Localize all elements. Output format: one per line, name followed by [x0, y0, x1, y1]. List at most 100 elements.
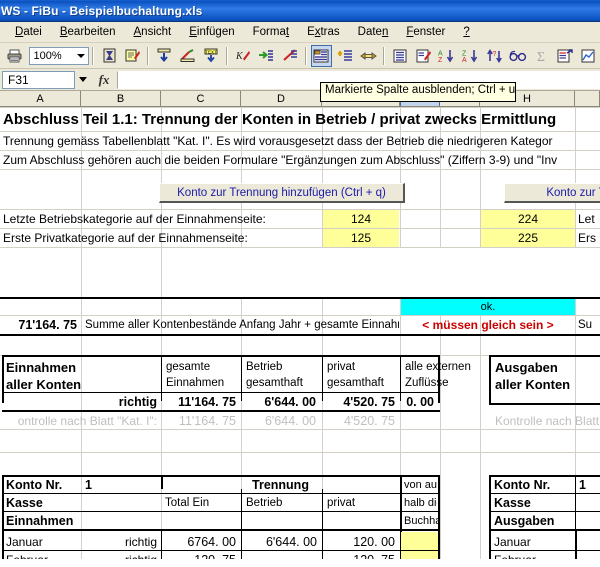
chart-icon[interactable]	[577, 45, 599, 67]
account-right-konto-label: Konto Nr.	[494, 478, 551, 492]
menu-format[interactable]: Format	[244, 24, 298, 40]
check-right-label[interactable]: Su	[576, 316, 600, 334]
chevron-down-icon[interactable]	[77, 53, 86, 58]
param-value-right-0[interactable]: 224	[481, 210, 575, 228]
month-row-label-0[interactable]: Januar	[4, 533, 80, 550]
toolbar-separator	[383, 46, 386, 65]
account-right-side-label: Ausgaben	[494, 514, 555, 528]
hourglass-icon[interactable]	[98, 45, 120, 67]
month-row-status-0[interactable]: richtig	[83, 533, 159, 550]
month-row-betrieb-0[interactable]: 6'644. 00	[243, 533, 319, 550]
month-row-total-1[interactable]: 120. 75	[163, 551, 238, 560]
column-header-d[interactable]: D	[241, 91, 322, 106]
param-label-0[interactable]: Letzte Betriebskategorie auf der Einnahm…	[1, 210, 321, 228]
menu-extras[interactable]: Extras	[298, 24, 349, 40]
param-blank-0[interactable]	[401, 210, 439, 228]
summary-row-label[interactable]: richtig	[4, 394, 159, 410]
excel-window: WS - FiBu - Beispielbuchaltung.xls Datei…	[0, 0, 600, 567]
summary-control-label-right[interactable]: Kontrolle nach Blatt	[493, 413, 600, 429]
sort-custom-icon[interactable]: ?	[483, 45, 505, 67]
name-box-chevron-down-icon[interactable]	[75, 70, 91, 89]
strike-pen-icon[interactable]	[279, 45, 301, 67]
text-down-icon[interactable]: TEXT	[200, 45, 222, 67]
sort-az-icon[interactable]: A Z	[436, 45, 458, 67]
function-icon[interactable]: fx	[91, 72, 117, 88]
month-row-privat-1[interactable]: 120. 75	[324, 551, 397, 560]
param-value-right-1[interactable]: 225	[481, 229, 575, 247]
add-column-icon[interactable]	[334, 45, 356, 67]
check-ok-badge: ok.	[401, 299, 575, 315]
indent-right-icon[interactable]	[255, 45, 277, 67]
param-value-left-1[interactable]: 125	[323, 229, 399, 247]
add-account-right-button[interactable]: Konto zur Tr	[504, 183, 600, 203]
param-label-right-0[interactable]: Let	[576, 210, 600, 228]
summary-row-value-2[interactable]: 4'520. 75	[324, 394, 397, 410]
toolbar: 100% TEXT K A Z Z A ? Σ	[0, 43, 600, 69]
summary-row-value-1[interactable]: 6'644. 00	[243, 394, 318, 410]
menu-daten[interactable]: Daten	[349, 24, 398, 40]
summary-row-value-0[interactable]: 11'164. 75	[163, 394, 238, 410]
month-row-right-label-1[interactable]: Februar	[492, 551, 572, 560]
month-row-total-0[interactable]: 6764. 00	[163, 533, 238, 550]
glasses-icon[interactable]	[507, 45, 529, 67]
summary-control-value-1[interactable]: 6'644. 00	[243, 413, 318, 429]
menu-datei[interactable]: Datei	[6, 24, 51, 40]
clear-icon[interactable]	[177, 45, 199, 67]
month-row-extern-1[interactable]	[401, 551, 438, 559]
month-row-betrieb-1[interactable]	[243, 551, 319, 559]
column-header-i[interactable]	[575, 91, 600, 106]
insert-down-icon[interactable]	[153, 45, 175, 67]
month-row-status-1[interactable]: richtig	[83, 551, 159, 560]
month-row-extern-0[interactable]	[401, 532, 438, 550]
menu-fenster[interactable]: Fenster	[397, 24, 454, 40]
menu-help[interactable]: ?	[454, 24, 478, 40]
month-row-privat-0[interactable]: 120. 00	[324, 533, 397, 550]
edit-sheet-icon[interactable]	[413, 45, 435, 67]
account-konto-label: Konto Nr.	[6, 478, 63, 492]
column-header-c[interactable]: C	[161, 91, 241, 106]
account-subheader-0: Total Ein	[165, 497, 210, 509]
name-box[interactable]: F31	[2, 70, 75, 89]
pen-check-icon[interactable]: K	[232, 45, 254, 67]
month-row-right-label-0[interactable]: Januar	[492, 533, 572, 550]
summary-control-value-0[interactable]: 11'164. 75	[163, 413, 238, 429]
print-icon[interactable]	[4, 45, 26, 67]
svg-text:?: ?	[492, 51, 496, 58]
summary-control-value-2[interactable]: 4'520. 75	[324, 413, 397, 429]
hide-column-icon[interactable]	[310, 44, 333, 67]
sort-za-icon[interactable]: Z A	[460, 45, 482, 67]
spreadsheet-grid[interactable]: Abschluss Teil 1.1: Trennung der Konten …	[0, 107, 600, 559]
svg-text:K: K	[235, 51, 244, 62]
menu-einfuegen[interactable]: Einfügen	[180, 24, 243, 40]
menu-bearbeiten[interactable]: Bearbeiten	[51, 24, 125, 40]
resize-width-icon[interactable]	[358, 45, 380, 67]
account-extern-line3: Buchhaltung	[404, 515, 439, 527]
zoom-combobox[interactable]: 100%	[28, 46, 90, 65]
list-icon[interactable]	[389, 45, 411, 67]
sheet-intro-line-2[interactable]: Zum Abschluss gehören auch die beiden Fo…	[1, 151, 599, 169]
month-row-label-1[interactable]: Februar	[4, 551, 80, 560]
menu-ansicht[interactable]: Ansicht	[125, 24, 181, 40]
check-sum-value[interactable]: 71'164. 75	[1, 316, 79, 334]
account-right-name-label: Kasse	[494, 496, 531, 510]
check-warning-label[interactable]: < müssen gleich sein >	[401, 316, 575, 334]
param-blank-1[interactable]	[401, 229, 439, 247]
summary-row-value-3[interactable]: 0. 00	[402, 394, 436, 410]
autosum-icon[interactable]: Σ	[530, 45, 552, 67]
sheet-heading[interactable]: Abschluss Teil 1.1: Trennung der Konten …	[1, 108, 599, 130]
column-header-b[interactable]: B	[81, 91, 161, 106]
export-icon[interactable]	[554, 45, 576, 67]
column-header-a[interactable]: A	[0, 91, 81, 106]
account-konto-value[interactable]: 1	[83, 477, 159, 493]
param-label-1[interactable]: Erste Privatkategorie auf der Einnahmens…	[1, 229, 321, 247]
param-value-left-0[interactable]: 124	[323, 210, 399, 228]
account-right-konto-value[interactable]: 1	[577, 477, 599, 493]
param-label-right-1[interactable]: Ers	[576, 229, 600, 247]
sheet-intro-line-1[interactable]: Trennung gemäss Tabellenblatt "Kat. I". …	[1, 132, 599, 150]
svg-text:TEXT: TEXT	[205, 50, 217, 55]
check-sum-label[interactable]: Summe aller Kontenbestände Anfang Jahr +…	[83, 316, 399, 334]
add-account-left-button[interactable]: Konto zur Trennung hinzufügen (Ctrl + q)	[159, 183, 405, 203]
edit-note-icon[interactable]	[122, 45, 144, 67]
summary-control-label[interactable]: ontrolle nach Blatt "Kat. I":	[1, 413, 159, 429]
menu-bar: Datei Bearbeiten Ansicht Einfügen Format…	[0, 22, 600, 43]
